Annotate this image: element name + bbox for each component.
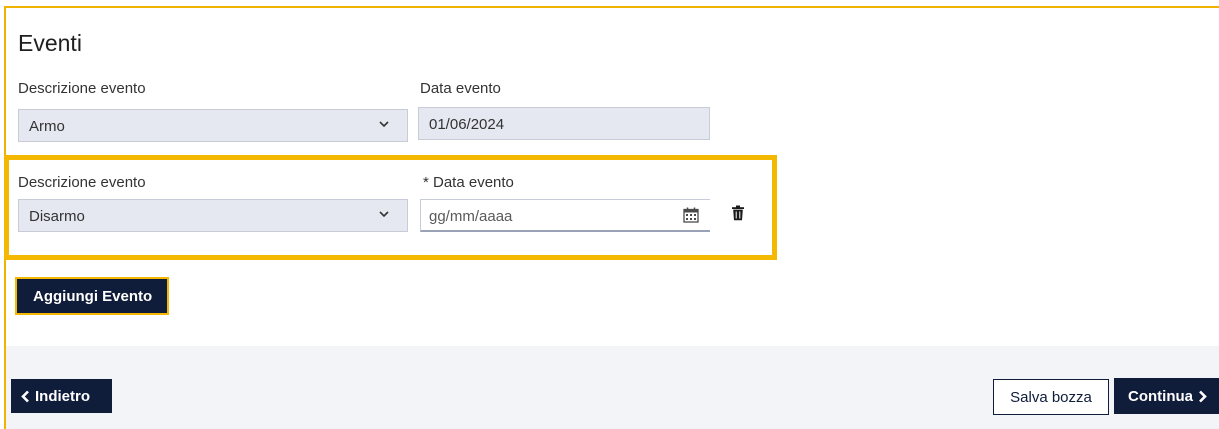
- event-2-description-select[interactable]: Disarmo: [18, 199, 408, 232]
- event-1-date-value: 01/06/2024: [429, 116, 505, 133]
- event-2-date-label: * Data evento: [423, 174, 514, 191]
- event-1-description-select[interactable]: Armo: [18, 109, 408, 142]
- add-event-button[interactable]: Aggiungi Evento: [15, 277, 169, 315]
- chevron-right-icon: [1199, 390, 1207, 402]
- save-draft-label: Salva bozza: [1010, 388, 1092, 406]
- event-1-date-field[interactable]: 01/06/2024: [418, 107, 710, 140]
- chevron-down-icon: [379, 121, 389, 128]
- back-label: Indietro: [35, 387, 90, 405]
- continue-label: Continua: [1128, 387, 1193, 405]
- add-event-label: Aggiungi Evento: [33, 287, 153, 305]
- event-2-description-label: Descrizione evento: [18, 174, 146, 191]
- trash-icon[interactable]: [731, 205, 745, 221]
- section-title: Eventi: [18, 30, 82, 56]
- event-1-description-label: Descrizione evento: [18, 80, 146, 97]
- save-draft-button[interactable]: Salva bozza: [993, 379, 1109, 415]
- continue-button[interactable]: Continua: [1114, 378, 1219, 414]
- back-button[interactable]: Indietro: [11, 379, 112, 413]
- event-2-date-input[interactable]: gg/mm/aaaa: [420, 199, 710, 232]
- chevron-left-icon: [21, 390, 29, 402]
- event-1-date-label: Data evento: [420, 80, 501, 97]
- chevron-down-icon: [379, 211, 389, 218]
- event-2-description-value: Disarmo: [29, 208, 85, 225]
- event-2-date-placeholder: gg/mm/aaaa: [429, 208, 513, 225]
- event-1-description-value: Armo: [29, 118, 65, 135]
- calendar-icon[interactable]: [682, 206, 700, 224]
